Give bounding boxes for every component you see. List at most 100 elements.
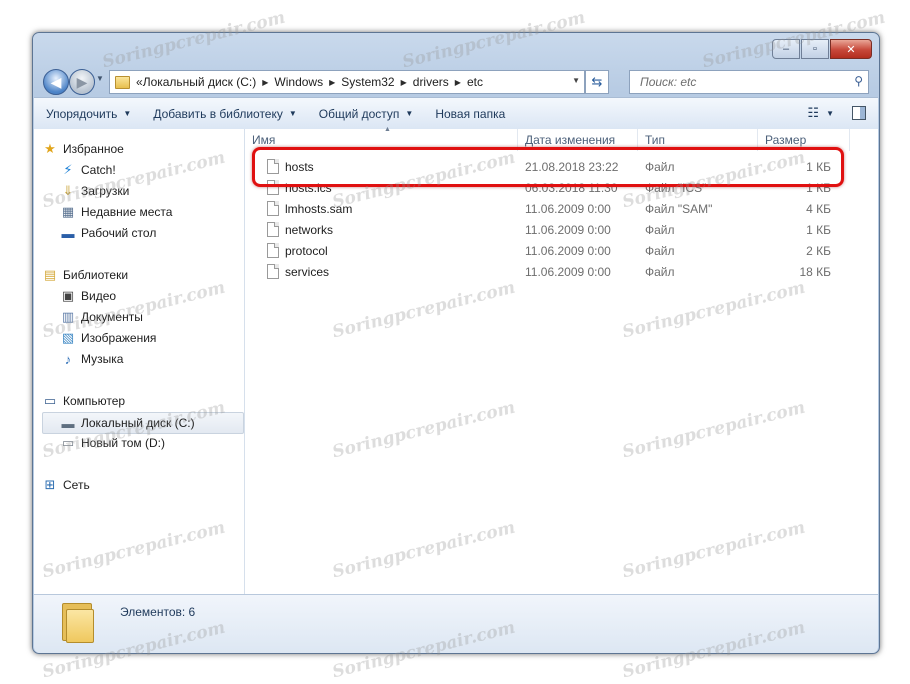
file-date: 11.06.2009 0:00 (525, 243, 611, 258)
file-type: Файл (645, 222, 675, 237)
chevron-right-icon[interactable]: ▶ (455, 78, 461, 87)
star-icon: ★ (44, 141, 56, 156)
view-dropdown-icon[interactable]: ▼ (826, 109, 834, 118)
nav-item-pictures[interactable]: ▧ Изображения (60, 328, 240, 348)
file-type: Файл (645, 264, 675, 279)
refresh-icon: ⇆ (591, 74, 603, 89)
navigation-bar: ◀ ▶ ▼ « Локальный диск (C:) ▶ Windows ▶ Sy… (41, 69, 871, 97)
arrow-right-icon: ▶ (76, 73, 88, 90)
recent-pages-dropdown[interactable]: ▼ (96, 74, 104, 83)
arrow-left-icon: ◀ (50, 73, 62, 90)
view-controls: ☷ ▼ (807, 105, 866, 121)
add-to-library-button[interactable]: Добавить в библиотеку ▼ (141, 107, 306, 121)
computer-icon: ▭ (43, 393, 57, 408)
dropdown-arrow-icon: ▼ (123, 109, 132, 118)
file-row[interactable]: lmhosts.sam 11.06.2009 0:00 Файл "SAM" 4… (245, 198, 878, 219)
file-icon (267, 222, 279, 237)
nav-item-downloads[interactable]: ⇓ Загрузки (60, 181, 240, 201)
maximize-button[interactable]: ▫ (801, 39, 829, 59)
chevron-right-icon[interactable]: ▶ (262, 78, 268, 87)
file-name: networks (285, 222, 334, 237)
breadcrumb-item[interactable]: Локальный диск (C:) ▶ (143, 75, 275, 89)
file-row[interactable]: networks 11.06.2009 0:00 Файл 1 КБ (245, 219, 878, 240)
catch-app-icon: ⚡ (63, 162, 73, 177)
file-list: ▲ Имя Дата изменения Тип Размер hosts 21… (245, 126, 878, 594)
drive-icon: ▬ (61, 415, 75, 431)
recent-places-icon: ▦ (61, 204, 75, 219)
folder-icon (62, 601, 94, 643)
nav-item-catch[interactable]: ⚡ Catch! (60, 160, 240, 180)
command-bar: Упорядочить ▼ Добавить в библиотеку ▼ Общи… (34, 97, 878, 130)
file-name: services (285, 264, 330, 279)
drive-icon: ▭ (61, 435, 75, 450)
minimize-button[interactable]: – (772, 39, 800, 59)
item-count: Элементов: 6 (120, 605, 196, 619)
nav-libraries[interactable]: ▤ Библиотеки (42, 265, 240, 285)
breadcrumb-overflow-icon[interactable]: « (136, 75, 143, 89)
desktop-icon: ▬ (61, 225, 75, 241)
file-icon (267, 264, 279, 279)
share-button[interactable]: Общий доступ ▼ (307, 107, 424, 121)
close-button[interactable]: ✕ (830, 39, 872, 59)
view-mode-icon[interactable]: ☷ (807, 105, 819, 121)
documents-icon: ▥ (61, 309, 75, 324)
nav-computer[interactable]: ▭ Компьютер (42, 391, 240, 411)
refresh-button[interactable]: ⇆ (585, 70, 609, 94)
search-icon[interactable]: ⚲ (854, 74, 863, 88)
file-date: 11.06.2009 0:00 (525, 201, 611, 216)
navigation-pane: ★ Избранное ⚡ Catch! ⇓ Загрузки ▦ Недавние м… (34, 129, 245, 594)
highlight-annotation (252, 147, 844, 187)
new-folder-button[interactable]: Новая папка (423, 107, 515, 121)
video-icon: ▣ (61, 288, 75, 303)
address-dropdown-icon[interactable]: ▼ (572, 76, 580, 85)
breadcrumb-item[interactable]: Windows ▶ (274, 75, 341, 89)
file-size: 1 КБ (806, 222, 831, 237)
nav-item-desktop[interactable]: ▬ Рабочий стол (60, 223, 240, 243)
folder-icon (115, 75, 130, 89)
search-input[interactable] (638, 74, 847, 90)
file-size: 2 КБ (806, 243, 831, 258)
nav-item-recent-places[interactable]: ▦ Недавние места (60, 202, 240, 222)
music-icon: ♪ (64, 351, 72, 367)
file-name: lmhosts.sam (285, 201, 353, 216)
chevron-right-icon[interactable]: ▶ (401, 78, 407, 87)
nav-item-documents[interactable]: ▥ Документы (60, 307, 240, 327)
address-bar[interactable]: « Локальный диск (C:) ▶ Windows ▶ System32… (109, 70, 585, 94)
file-row[interactable]: protocol 11.06.2009 0:00 Файл 2 КБ (245, 240, 878, 261)
breadcrumb-item[interactable]: System32 ▶ (341, 75, 413, 89)
file-icon (267, 201, 279, 216)
pictures-icon: ▧ (61, 330, 75, 345)
file-date: 11.06.2009 0:00 (525, 264, 611, 279)
search-box[interactable]: ⚲ (629, 70, 869, 94)
file-date: 11.06.2009 0:00 (525, 222, 611, 237)
downloads-icon: ⇓ (62, 183, 74, 198)
preview-pane-icon[interactable] (852, 106, 866, 120)
file-type: Файл (645, 243, 675, 258)
file-row[interactable]: services 11.06.2009 0:00 Файл 18 КБ (245, 261, 878, 282)
chevron-right-icon[interactable]: ▶ (329, 78, 335, 87)
file-type: Файл "SAM" (645, 201, 713, 216)
nav-favorites[interactable]: ★ Избранное (42, 139, 240, 159)
details-pane: Элементов: 6 (34, 594, 878, 653)
organize-button[interactable]: Упорядочить ▼ (34, 107, 141, 121)
nav-item-new-volume-d[interactable]: ▭ Новый том (D:) (60, 433, 240, 453)
breadcrumb-item[interactable]: etc (467, 75, 483, 89)
explorer-window: – ▫ ✕ ◀ ▶ ▼ « Локальный диск (C:) ▶ Windo… (32, 32, 880, 654)
caption-buttons: – ▫ ✕ (771, 39, 872, 59)
file-size: 18 КБ (799, 264, 831, 279)
content-area: ★ Избранное ⚡ Catch! ⇓ Загрузки ▦ Недавние м… (34, 126, 878, 594)
network-icon: ⊞ (44, 477, 56, 492)
forward-button[interactable]: ▶ (69, 69, 95, 95)
breadcrumb-item[interactable]: drivers ▶ (413, 75, 467, 89)
back-button[interactable]: ◀ (43, 69, 69, 95)
nav-network[interactable]: ⊞ Сеть (42, 475, 240, 495)
file-name: protocol (285, 243, 328, 258)
dropdown-arrow-icon: ▼ (405, 109, 414, 118)
file-size: 4 КБ (806, 201, 831, 216)
dropdown-arrow-icon: ▼ (288, 109, 297, 118)
file-icon (267, 243, 279, 258)
nav-item-video[interactable]: ▣ Видео (60, 286, 240, 306)
nav-item-local-disk-c[interactable]: ▬ Локальный диск (C:) (42, 412, 244, 434)
nav-item-music[interactable]: ♪ Музыка (60, 349, 240, 369)
libraries-icon: ▤ (43, 267, 57, 282)
